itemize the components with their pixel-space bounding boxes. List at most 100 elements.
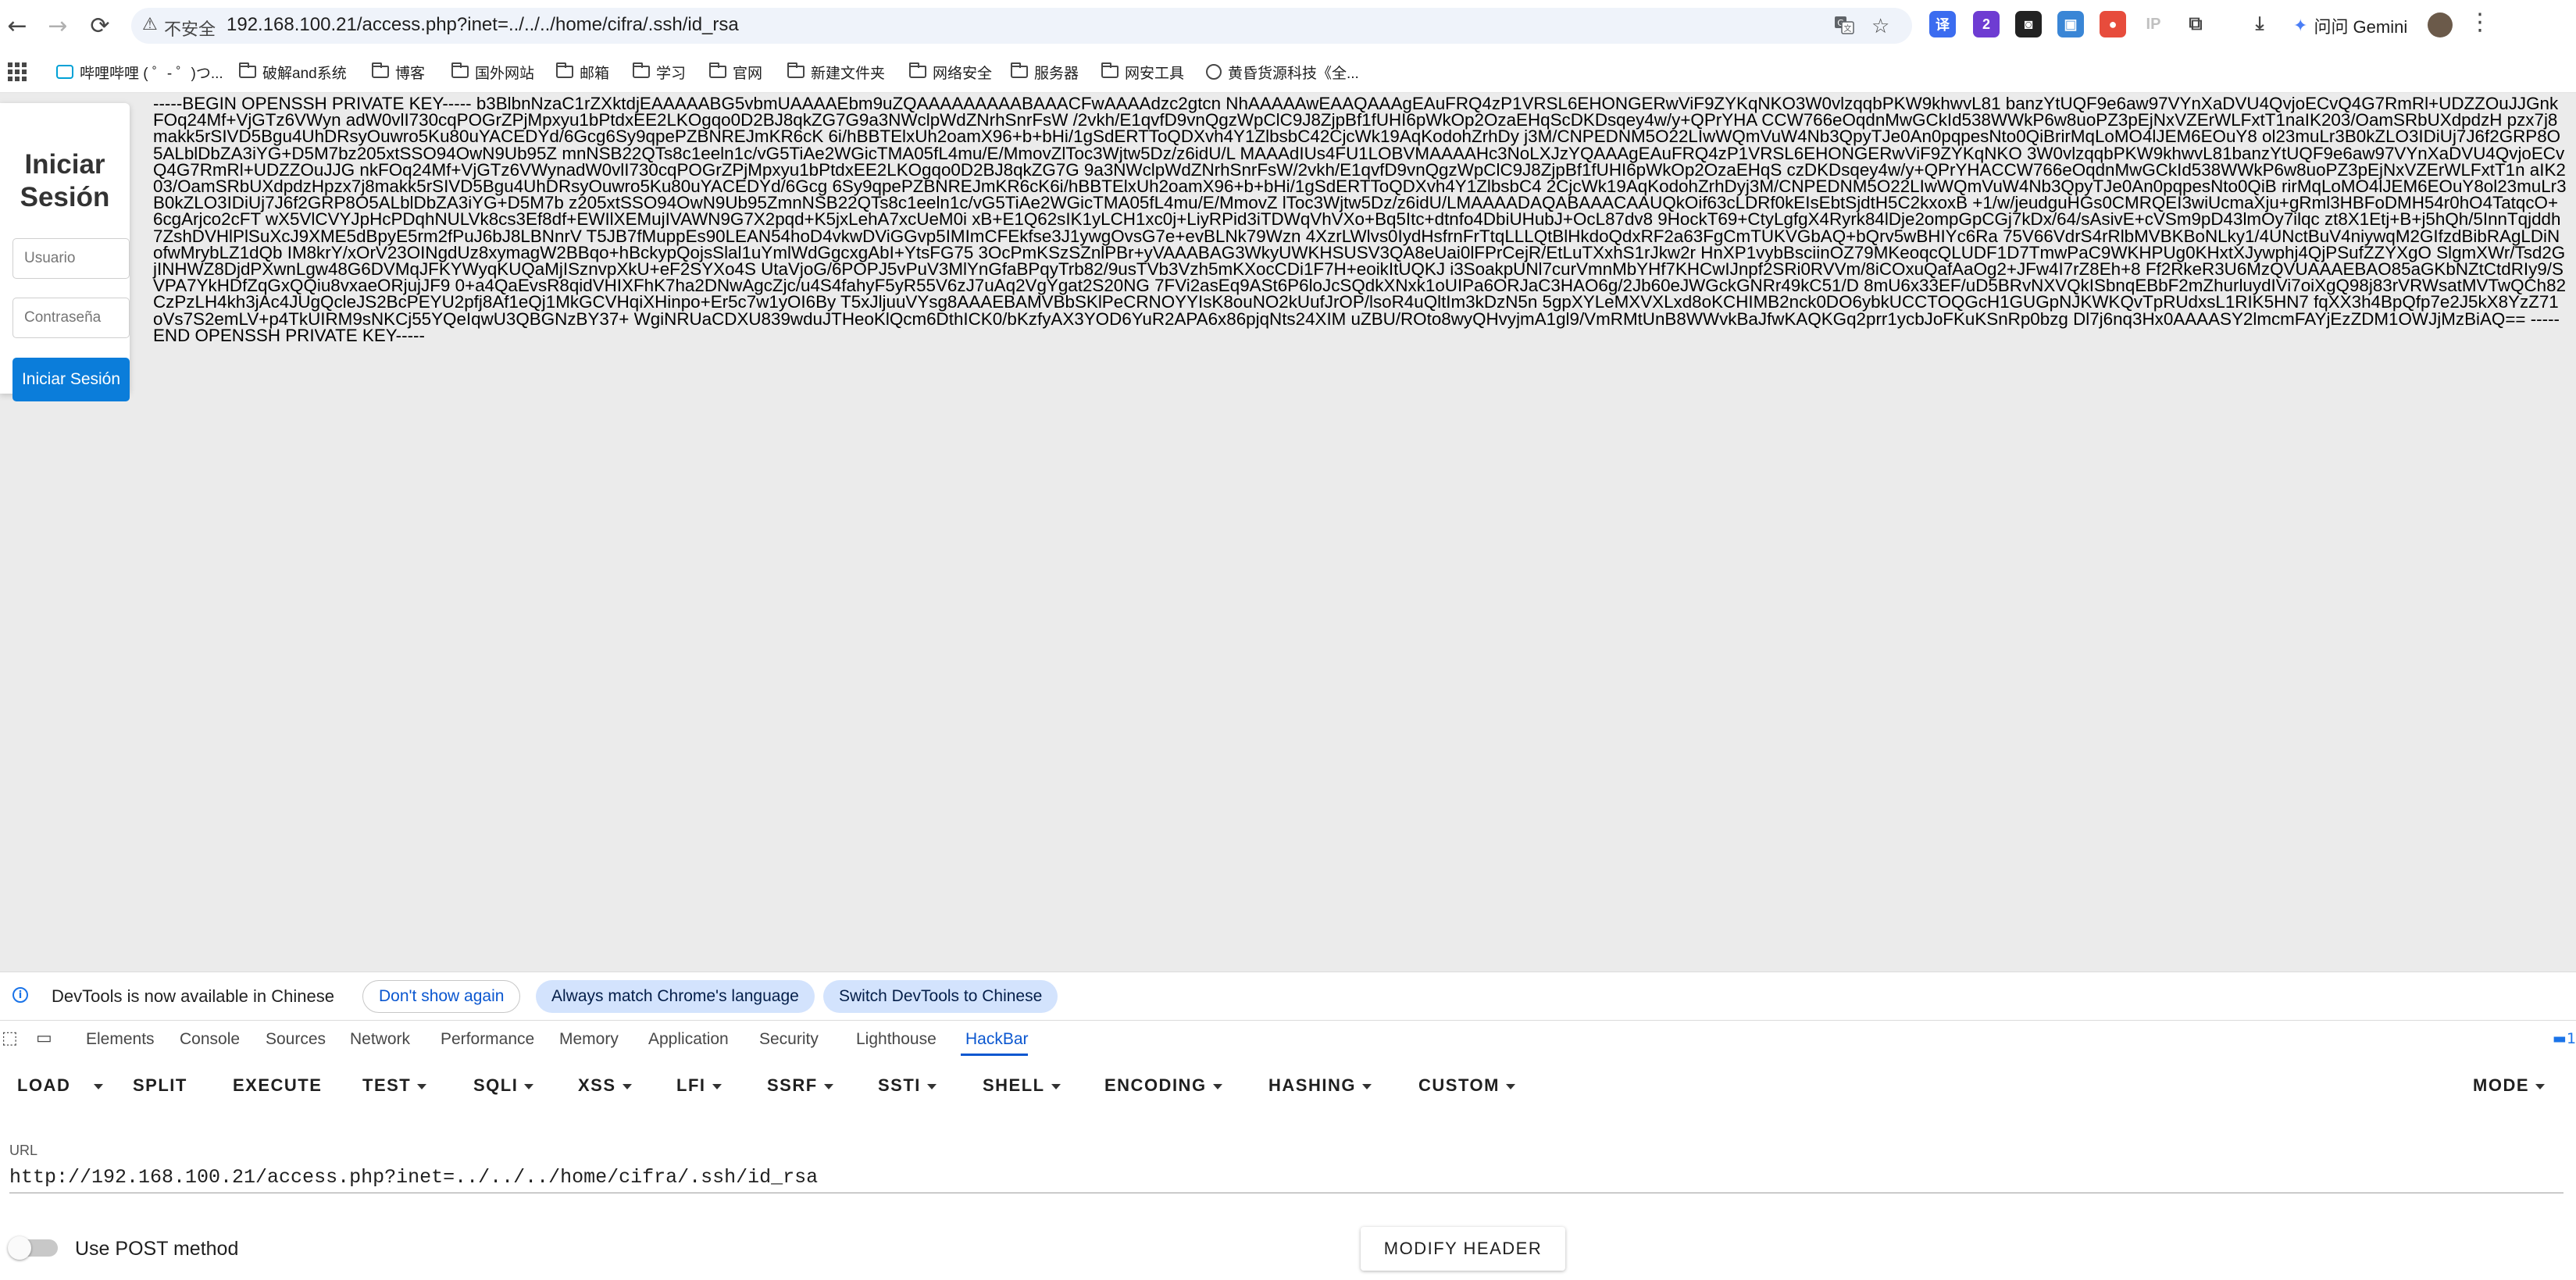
tab-security[interactable]: Security xyxy=(759,1030,819,1049)
tab-network[interactable]: Network xyxy=(350,1030,410,1049)
modify-header-button[interactable]: MODIFY HEADER xyxy=(1361,1227,1565,1271)
sqli-menu[interactable]: SQLI xyxy=(473,1075,534,1096)
extension-badge-icon[interactable]: 2 xyxy=(1973,11,2000,37)
bookmark-folder[interactable]: 博客 xyxy=(372,61,425,83)
folder-icon xyxy=(556,62,573,78)
bookmarks-bar: 哔哩哔哩 ( ゜- ゜)つ... 破解and系统 博客 国外网站 邮箱 学习 官… xyxy=(0,52,2576,93)
chevron-down-icon xyxy=(2535,1083,2545,1089)
xss-menu[interactable]: XSS xyxy=(578,1075,632,1096)
profile-avatar[interactable] xyxy=(2428,12,2453,37)
username-field[interactable] xyxy=(12,238,130,279)
tab-application[interactable]: Application xyxy=(648,1030,729,1049)
execute-button[interactable]: EXECUTE xyxy=(233,1075,322,1096)
reload-button[interactable]: ⟳ xyxy=(83,9,117,43)
bookmark-star-icon[interactable]: ☆ xyxy=(1871,15,1889,38)
always-match-language-button[interactable]: Always match Chrome's language xyxy=(536,980,815,1013)
devtools-tab-bar: ⬚ ▭ Elements Console Sources Network Per… xyxy=(0,1020,2576,1057)
chevron-down-icon xyxy=(524,1083,534,1089)
folder-icon xyxy=(787,62,805,78)
inspect-element-icon[interactable]: ⬚ xyxy=(2,1029,18,1048)
chevron-down-icon xyxy=(926,1083,937,1089)
back-arrow-icon: ← xyxy=(7,12,27,40)
bookmark-folder[interactable]: 国外网站 xyxy=(451,61,534,83)
bookmark-folder[interactable]: 网安工具 xyxy=(1101,61,1184,83)
tab-memory[interactable]: Memory xyxy=(559,1030,619,1049)
notification-message: DevTools is now available in Chinese xyxy=(52,986,334,1006)
bookmark-folder[interactable]: 邮箱 xyxy=(556,61,609,83)
bookmark-folder[interactable]: 新建文件夹 xyxy=(787,61,885,83)
login-title: Iniciar Sesión xyxy=(20,149,110,212)
extension-translate-icon[interactable]: 译 xyxy=(1929,11,1956,37)
mode-menu[interactable]: MODE xyxy=(2473,1075,2545,1096)
split-button[interactable]: SPLIT xyxy=(133,1075,187,1096)
chevron-down-icon xyxy=(1361,1083,1372,1089)
custom-menu[interactable]: CUSTOM xyxy=(1418,1075,1515,1096)
extension-screenshot-icon[interactable]: ▣ xyxy=(2057,11,2084,37)
forward-arrow-icon: → xyxy=(48,12,68,40)
address-bar[interactable]: ⚠ 不安全 192.168.100.21/access.php?inet=../… xyxy=(131,8,1912,44)
translate-icon[interactable]: G文 xyxy=(1834,15,1854,41)
dont-show-again-button[interactable]: Don't show again xyxy=(362,980,521,1013)
extension-robot-icon[interactable]: ◙ xyxy=(2015,11,2042,37)
bookmark-folder[interactable]: 服务器 xyxy=(1011,61,1079,83)
shell-menu[interactable]: SHELL xyxy=(983,1075,1061,1096)
download-icon[interactable]: ⤓ xyxy=(2246,11,2273,37)
chevron-down-icon xyxy=(823,1083,833,1089)
apps-grid-icon[interactable] xyxy=(8,62,27,81)
ssti-menu[interactable]: SSTI xyxy=(878,1075,937,1096)
switch-to-chinese-button[interactable]: Switch DevTools to Chinese xyxy=(823,980,1058,1013)
gemini-button[interactable]: ✦ 问问 Gemini xyxy=(2282,9,2418,43)
load-dropdown-icon[interactable] xyxy=(94,1080,103,1094)
back-button[interactable]: ← xyxy=(0,9,34,43)
forward-button[interactable]: → xyxy=(41,9,75,43)
bookmark-bilibili[interactable]: 哔哩哔哩 ( ゜- ゜)つ... xyxy=(56,61,223,83)
folder-icon xyxy=(1011,62,1028,78)
issues-badge[interactable]: ▬1 xyxy=(2553,1030,2576,1047)
security-label[interactable]: 不安全 xyxy=(164,16,216,41)
reload-icon: ⟳ xyxy=(90,12,110,40)
folder-icon xyxy=(909,62,926,78)
active-tab-indicator xyxy=(961,1054,1028,1056)
tab-elements[interactable]: Elements xyxy=(86,1030,155,1049)
url-text[interactable]: 192.168.100.21/access.php?inet=../../../… xyxy=(227,14,739,36)
devtools-language-notification: i DevTools is now available in Chinese D… xyxy=(0,972,2576,1021)
chevron-down-icon xyxy=(417,1083,427,1089)
tab-lighthouse[interactable]: Lighthouse xyxy=(856,1030,937,1049)
ssrf-menu[interactable]: SSRF xyxy=(767,1075,833,1096)
hackbar-url-input[interactable] xyxy=(9,1161,2564,1193)
folder-icon xyxy=(1101,62,1119,78)
device-toolbar-icon[interactable]: ▭ xyxy=(36,1029,52,1048)
extension-off-icon[interactable]: ● xyxy=(2100,11,2126,37)
bookmark-folder[interactable]: 学习 xyxy=(633,61,686,83)
gemini-sparkle-icon: ✦ xyxy=(2293,16,2308,36)
folder-icon xyxy=(451,62,469,78)
extension-ip-icon[interactable]: IP xyxy=(2140,11,2167,37)
use-post-toggle[interactable] xyxy=(8,1236,58,1260)
more-menu-icon[interactable]: ⋮ xyxy=(2468,9,2492,36)
chevron-down-icon xyxy=(622,1083,632,1089)
bookmark-folder[interactable]: 官网 xyxy=(709,61,762,83)
bookmark-folder[interactable]: 破解and系统 xyxy=(239,61,347,83)
hashing-menu[interactable]: HASHING xyxy=(1268,1075,1372,1096)
folder-icon xyxy=(372,62,389,78)
tab-console[interactable]: Console xyxy=(180,1030,240,1049)
bookmark-folder[interactable]: 网络安全 xyxy=(909,61,992,83)
use-post-label: Use POST method xyxy=(75,1238,239,1260)
password-field[interactable] xyxy=(12,298,130,338)
tab-hackbar[interactable]: HackBar xyxy=(965,1030,1029,1049)
chevron-down-icon xyxy=(1505,1083,1515,1089)
tab-sources[interactable]: Sources xyxy=(266,1030,326,1049)
warning-icon: ⚠ xyxy=(142,15,158,34)
toggle-knob xyxy=(8,1236,31,1260)
extensions-puzzle-icon[interactable]: ⧉ xyxy=(2182,11,2209,37)
folder-icon xyxy=(633,62,650,78)
lfi-menu[interactable]: LFI xyxy=(676,1075,722,1096)
info-icon: i xyxy=(12,987,28,1003)
bookmark-globe[interactable]: 黄昏货源科技《全... xyxy=(1206,61,1359,83)
test-menu[interactable]: TEST xyxy=(362,1075,427,1096)
tab-performance[interactable]: Performance xyxy=(441,1030,534,1049)
load-menu[interactable]: LOAD xyxy=(17,1075,70,1096)
globe-icon xyxy=(1206,64,1222,80)
encoding-menu[interactable]: ENCODING xyxy=(1104,1075,1222,1096)
login-submit-button[interactable]: Iniciar Sesión xyxy=(12,358,130,401)
